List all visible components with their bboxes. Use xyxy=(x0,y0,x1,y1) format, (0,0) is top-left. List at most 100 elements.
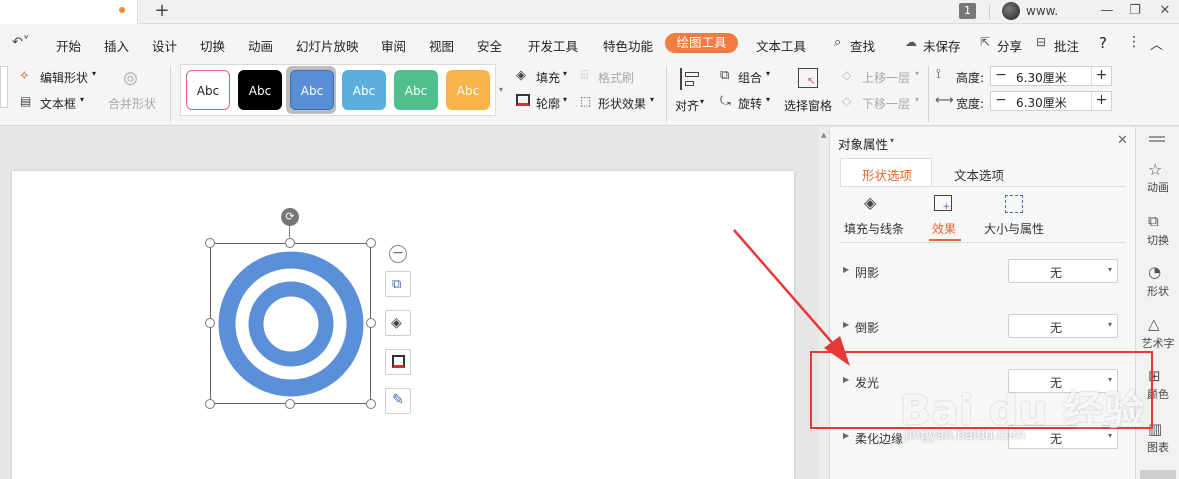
search-icon[interactable]: ⌕ xyxy=(834,35,841,50)
menu-view[interactable]: 视图 xyxy=(429,36,454,55)
avatar[interactable] xyxy=(1002,2,1020,20)
chevron-down-icon: ▾ xyxy=(766,69,771,78)
resize-handle[interactable] xyxy=(366,238,376,248)
height-increase-button[interactable]: + xyxy=(1091,67,1111,85)
menu-security[interactable]: 安全 xyxy=(477,36,502,55)
watermark-url: jingyan.baidu.com xyxy=(905,428,1025,443)
menu-transition[interactable]: 切换 xyxy=(200,36,225,55)
width-increase-button[interactable]: + xyxy=(1091,92,1111,110)
help-icon[interactable]: ? xyxy=(1099,34,1107,52)
undo-icon[interactable]: ↶˅ xyxy=(12,35,29,50)
chevron-down-icon: ▾ xyxy=(915,95,920,104)
sidebar-item-transition[interactable]: 切换 xyxy=(1136,232,1179,248)
tab-drawing-tools[interactable]: 绘图工具 xyxy=(665,33,738,53)
gallery-scroll-button[interactable]: ▾ xyxy=(495,64,506,116)
annotate-button[interactable]: 批注 xyxy=(1054,36,1079,55)
merge-shape-button[interactable]: 合并形状 xyxy=(108,95,156,112)
donut-shape[interactable] xyxy=(210,243,372,405)
shadow-dropdown[interactable]: 无 ▾ xyxy=(1008,259,1118,283)
height-decrease-button[interactable]: − xyxy=(991,67,1011,85)
resize-handle[interactable] xyxy=(366,318,376,328)
close-icon[interactable]: ✕ xyxy=(1156,2,1174,20)
text-box-button[interactable]: 文本框 xyxy=(40,95,76,112)
subtab-effect[interactable]: 效果 xyxy=(932,220,956,237)
menu-developer[interactable]: 开发工具 xyxy=(528,36,578,55)
expand-arrow-icon[interactable]: ▶ xyxy=(843,431,849,440)
style-swatch-orange[interactable]: Abc xyxy=(446,70,490,110)
bring-forward-button[interactable]: 上移一层 xyxy=(862,69,910,86)
shape-effect-button[interactable]: 形状效果 xyxy=(598,95,646,112)
more-icon[interactable]: ⋮ xyxy=(1127,34,1141,50)
menu-home[interactable]: 开始 xyxy=(56,36,81,55)
menu-slideshow[interactable]: 幻灯片放映 xyxy=(296,36,359,55)
user-name[interactable]: www. xyxy=(1026,4,1058,18)
style-swatch-black[interactable]: Abc xyxy=(238,70,282,110)
fill-button[interactable]: 填充 xyxy=(536,69,560,86)
sidebar-item-chart[interactable]: 图表 xyxy=(1136,439,1179,455)
collapse-ribbon-icon[interactable]: ︿ xyxy=(1150,34,1163,53)
subtab-size-properties[interactable]: 大小与属性 xyxy=(984,220,1044,237)
style-swatch-green[interactable]: Abc xyxy=(394,70,438,110)
float-shape-style-button[interactable]: ⧉ xyxy=(385,271,411,297)
align-button[interactable]: 对齐 xyxy=(675,97,699,114)
resize-handle[interactable] xyxy=(205,399,215,409)
wordart-icon: △ xyxy=(1148,315,1160,333)
sidebar-item-wordart[interactable]: 艺术字 xyxy=(1136,335,1179,351)
sidebar-item-animation[interactable]: 动画 xyxy=(1136,179,1179,195)
style-swatch-white[interactable]: Abc xyxy=(186,70,230,110)
sidebar-more-button[interactable] xyxy=(1140,470,1176,479)
document-tab[interactable] xyxy=(0,0,138,24)
format-brush-button[interactable]: 格式刷 xyxy=(598,69,634,86)
minimize-icon[interactable]: — xyxy=(1098,2,1116,20)
tab-text-options[interactable]: 文本选项 xyxy=(954,165,1004,184)
resize-handle[interactable] xyxy=(366,399,376,409)
resize-handle[interactable] xyxy=(205,238,215,248)
menu-animation[interactable]: 动画 xyxy=(248,36,273,55)
effect-icon: + xyxy=(934,195,952,212)
reflection-dropdown[interactable]: 无 ▾ xyxy=(1008,314,1118,338)
rotate-button[interactable]: 旋转 xyxy=(738,95,762,112)
float-fill-button[interactable]: ◈ xyxy=(385,310,411,336)
menu-text-tools[interactable]: 文本工具 xyxy=(756,36,806,55)
height-label: 高度: xyxy=(956,71,985,85)
maximize-icon[interactable]: ❐ xyxy=(1126,2,1144,20)
search-button[interactable]: 查找 xyxy=(850,36,875,55)
width-decrease-button[interactable]: − xyxy=(991,92,1011,110)
align-icon xyxy=(680,68,700,90)
resize-handle[interactable] xyxy=(205,318,215,328)
panel-title[interactable]: 对象属性 xyxy=(838,134,888,153)
fill-icon: ◈ xyxy=(516,68,526,83)
window-count-badge[interactable]: 1 xyxy=(959,3,976,19)
sidebar-item-shape[interactable]: 形状 xyxy=(1136,283,1179,299)
float-brush-button[interactable]: ✎ xyxy=(385,388,411,414)
height-input[interactable]: 6.30厘米 xyxy=(1016,69,1067,86)
selection-pane-button[interactable]: 选择窗格 xyxy=(784,97,832,114)
resize-handle[interactable] xyxy=(285,399,295,409)
shape-gallery-edge[interactable] xyxy=(0,66,8,108)
width-label: 宽度: xyxy=(956,97,985,111)
style-swatch-light-blue[interactable]: Abc xyxy=(342,70,386,110)
width-input[interactable]: 6.30厘米 xyxy=(1016,94,1067,111)
group-button[interactable]: 组合 xyxy=(738,69,762,86)
chevron-down-icon: ▾ xyxy=(92,69,97,78)
shape-effect-icon: ⬚ xyxy=(580,94,592,108)
handle-icon[interactable] xyxy=(1149,136,1165,138)
new-tab-button[interactable]: + xyxy=(152,0,172,22)
outline-button[interactable]: 轮廓 xyxy=(536,95,560,112)
menu-design[interactable]: 设计 xyxy=(152,36,177,55)
style-swatch-blue[interactable]: Abc xyxy=(290,70,334,110)
edit-shape-button[interactable]: 编辑形状 xyxy=(40,69,88,86)
menu-review[interactable]: 审阅 xyxy=(381,36,406,55)
menu-insert[interactable]: 插入 xyxy=(104,36,129,55)
menu-features[interactable]: 特色功能 xyxy=(603,36,653,55)
rotate-handle-icon[interactable]: ⟳ xyxy=(281,208,299,226)
ribbon-divider xyxy=(928,66,929,122)
share-button[interactable]: 分享 xyxy=(997,36,1022,55)
send-backward-button[interactable]: 下移一层 xyxy=(862,95,910,112)
section-soft-edges-label[interactable]: 柔化边缘 xyxy=(855,430,903,447)
unsaved-button[interactable]: 未保存 xyxy=(923,36,961,55)
resize-handle[interactable] xyxy=(285,238,295,248)
collapse-float-icon[interactable]: − xyxy=(389,245,407,263)
float-outline-button[interactable] xyxy=(385,349,411,375)
panel-close-icon[interactable]: ✕ xyxy=(1117,133,1128,148)
